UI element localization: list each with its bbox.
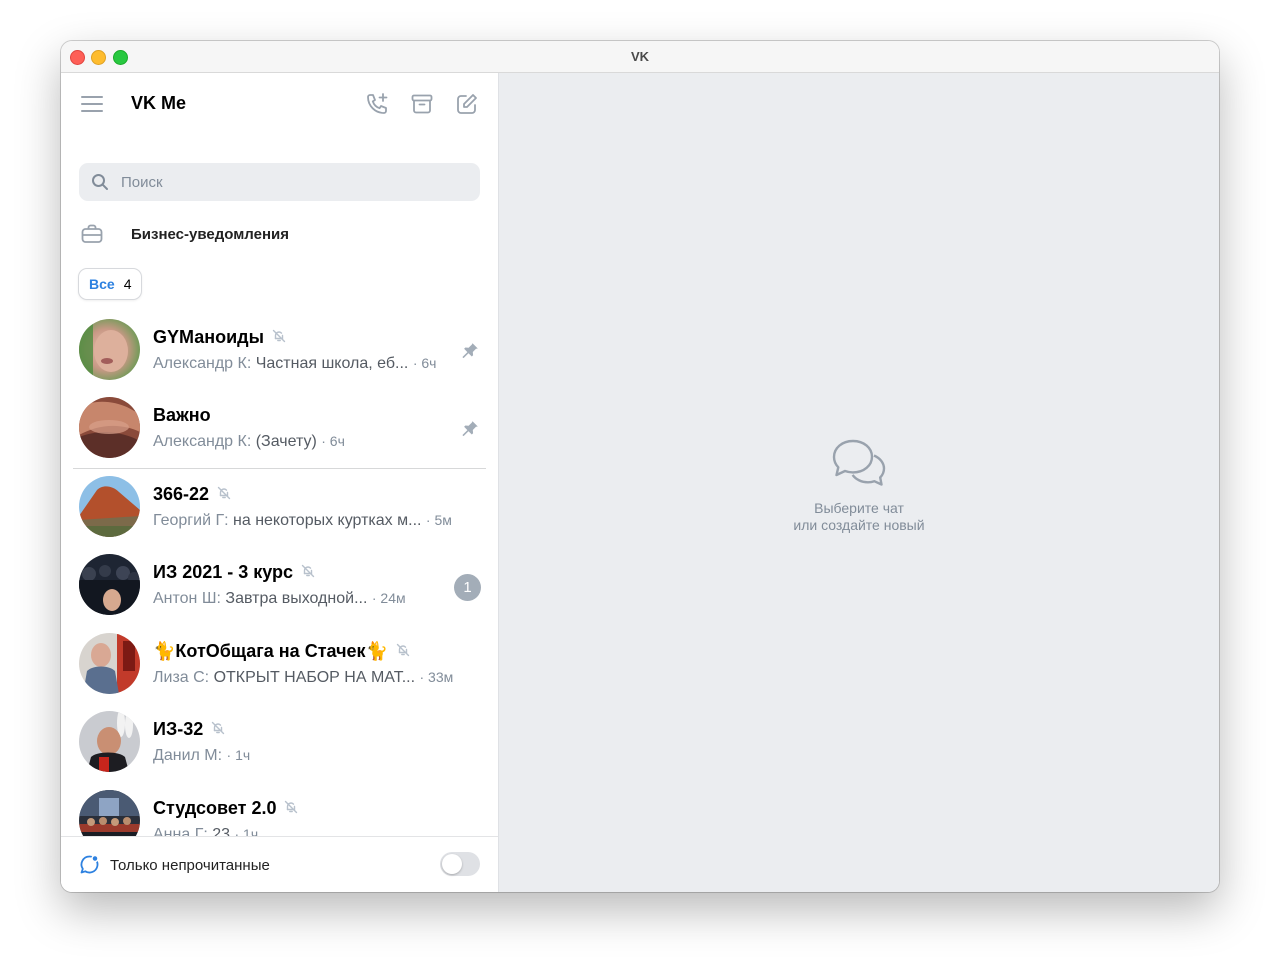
sidebar-footer: Только непрочитанные	[61, 836, 498, 892]
chat-message: Завтра выходной...	[225, 590, 368, 607]
search-input[interactable]	[119, 172, 463, 192]
muted-bell-icon	[396, 641, 410, 662]
search-bar	[79, 163, 480, 201]
chat-author: Александр К:	[153, 355, 252, 372]
chat-message: Частная школа, еб...	[255, 355, 409, 372]
unread-count-badge: 1	[454, 574, 481, 601]
chat-message: (Зачету)	[255, 433, 317, 450]
muted-bell-icon	[301, 562, 315, 583]
chat-preview: Антон Ш: Завтра выходной... · 24м	[153, 590, 406, 608]
avatar	[79, 711, 140, 772]
empty-state: Выберите чат или создайте новый	[499, 438, 1219, 534]
chat-item[interactable]: 🐈КотОбщага на Стачек🐈 Лиза С: ОТКРЫТ НАБ…	[61, 627, 498, 705]
compose-icon[interactable]	[453, 90, 481, 118]
chat-time: · 1ч	[226, 747, 251, 763]
pinned-divider	[73, 468, 486, 469]
chat-title: 366-22	[153, 484, 231, 505]
toggle-knob	[442, 854, 462, 874]
archive-icon[interactable]	[408, 90, 436, 118]
chat-time: · 6ч	[412, 355, 437, 371]
chat-author: Антон Ш:	[153, 590, 221, 607]
chat-title: GYМаноиды	[153, 327, 286, 348]
pin-icon	[460, 341, 480, 366]
briefcase-icon	[80, 222, 104, 251]
chat-title: ИЗ-32	[153, 719, 225, 740]
chat-title-text: 366-22	[153, 484, 210, 504]
chat-bubbles-icon	[499, 438, 1219, 488]
chat-author: Данил М:	[153, 747, 223, 764]
avatar	[79, 397, 140, 458]
chat-title: ИЗ 2021 - 3 курс	[153, 562, 315, 583]
chat-preview: Георгий Г: на некоторых куртках м... · 5…	[153, 512, 452, 530]
chat-item[interactable]: ИЗ-32 Данил М: · 1ч	[61, 705, 498, 783]
muted-bell-icon	[284, 798, 298, 819]
sidebar: VK Me Бизнес-уведомления Все 4	[61, 73, 499, 892]
avatar	[79, 476, 140, 537]
chat-item[interactable]: ИЗ 2021 - 3 курс Антон Ш: Завтра выходно…	[61, 548, 498, 626]
avatar	[79, 319, 140, 380]
chat-title-text: ИЗ-32	[153, 719, 204, 739]
business-notifications-item[interactable]: Бизнес-уведомления	[61, 218, 498, 250]
avatar	[79, 554, 140, 615]
muted-bell-icon	[211, 719, 225, 740]
empty-state-line2: или создайте новый	[793, 517, 925, 533]
title-bar: VK	[61, 41, 1219, 73]
chat-preview: Александр К: (Зачету) · 6ч	[153, 433, 345, 451]
chat-time: · 6ч	[321, 433, 345, 449]
chat-author: Георгий Г:	[153, 512, 229, 529]
chat-message: на некоторых куртках м...	[233, 512, 422, 529]
chat-time: · 33м	[419, 669, 454, 685]
chat-title: 🐈КотОбщага на Стачек🐈	[153, 641, 410, 662]
chat-title-text: GYМаноиды	[153, 327, 264, 347]
app-window: VK VK Me Бизнес-уведомления	[61, 41, 1219, 892]
chat-time: · 5м	[425, 512, 452, 528]
unread-only-toggle[interactable]	[440, 852, 480, 876]
window-title: VK	[630, 49, 650, 64]
chat-preview: Данил М: · 1ч	[153, 747, 250, 765]
chat-author: Лиза С:	[153, 669, 210, 686]
unread-only-label: Только непрочитанные	[110, 857, 270, 874]
muted-bell-icon	[272, 327, 286, 348]
pin-icon	[460, 419, 480, 444]
filter-all-chip[interactable]: Все 4	[79, 269, 142, 299]
chat-preview: Лиза С: ОТКРЫТ НАБОР НА МАТ... · 33м	[153, 669, 453, 687]
empty-state-line1: Выберите чат	[814, 500, 904, 516]
chat-title-text: 🐈КотОбщага на Стачек🐈	[153, 641, 388, 661]
chat-time: · 24м	[371, 590, 406, 606]
business-notifications-label: Бизнес-уведомления	[131, 225, 289, 243]
chat-title: Студсовет 2.0	[153, 798, 298, 819]
chat-preview: Александр К: Частная школа, еб... · 6ч	[153, 355, 436, 373]
app-title: VK Me	[131, 93, 187, 113]
chat-title-text: ИЗ 2021 - 3 курс	[153, 562, 294, 582]
chat-message: ОТКРЫТ НАБОР НА МАТ...	[213, 669, 416, 686]
hamburger-icon[interactable]	[79, 91, 105, 117]
muted-bell-icon	[217, 484, 231, 505]
search-icon	[91, 173, 109, 196]
chat-title-text: Студсовет 2.0	[153, 798, 277, 818]
filter-all-count: 4	[123, 276, 132, 292]
filter-all-label: Все	[89, 276, 115, 292]
chat-author: Александр К:	[153, 433, 252, 450]
chat-bubble-icon	[79, 854, 100, 880]
chat-title-text: Важно	[153, 405, 211, 425]
chat-item[interactable]: GYМаноиды Александр К: Частная школа, еб…	[61, 313, 498, 391]
chat-item[interactable]: 366-22 Георгий Г: на некоторых куртках м…	[61, 470, 498, 548]
chat-title: Важно	[153, 405, 211, 426]
chat-item[interactable]: Важно Александр К: (Зачету) · 6ч	[61, 391, 498, 469]
avatar	[79, 633, 140, 694]
add-call-icon[interactable]	[363, 90, 391, 118]
chat-area: Выберите чат или создайте новый	[499, 73, 1219, 892]
